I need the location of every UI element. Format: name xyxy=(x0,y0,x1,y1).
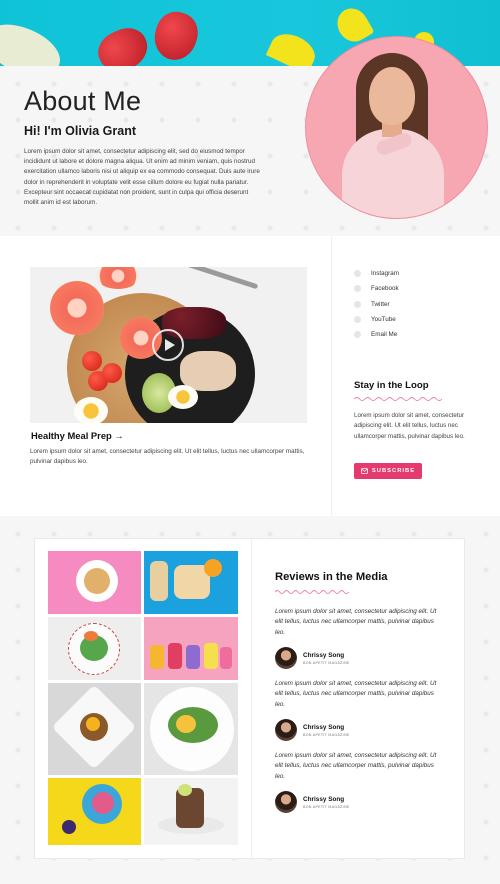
social-label: Instagram xyxy=(371,270,399,278)
photo-tile xyxy=(144,778,238,845)
avatar xyxy=(275,719,297,741)
social-link-twitter[interactable]: Twitter xyxy=(354,297,399,312)
photo-tile xyxy=(144,617,238,680)
leaf-decoration xyxy=(0,14,68,66)
social-label: YouTube xyxy=(371,316,396,324)
lemon-decoration xyxy=(265,27,321,66)
social-link-email[interactable]: Email Me xyxy=(354,327,399,342)
reviews-title: Reviews in the Media xyxy=(275,571,388,583)
food-photo-grid xyxy=(48,551,238,845)
sidebar: Instagram Facebook Twitter YouTube Email… xyxy=(331,236,500,516)
photo-tile xyxy=(48,778,141,845)
post-title-link[interactable]: Healthy Meal Prep → xyxy=(31,430,124,441)
play-icon[interactable] xyxy=(152,329,184,361)
author-name: Chrissy Song xyxy=(303,795,345,803)
featured-section: Healthy Meal Prep → Lorem ipsum dolor si… xyxy=(0,236,500,516)
avatar xyxy=(275,791,297,813)
twitter-icon xyxy=(354,300,361,308)
profile-portrait xyxy=(305,36,488,219)
photo-tile xyxy=(48,683,141,775)
photo-tile xyxy=(144,683,238,775)
about-body: Lorem ipsum dolor sit amet, consectetur … xyxy=(24,148,260,207)
social-link-facebook[interactable]: Facebook xyxy=(354,281,399,296)
photo-tile xyxy=(48,617,141,680)
social-link-youtube[interactable]: YouTube xyxy=(354,312,399,327)
about-greeting: Hi! I'm Olivia Grant xyxy=(24,124,137,138)
review-author: Chrissy Song BON APETIT MAGAZINE xyxy=(275,719,350,741)
photo-tile xyxy=(144,551,238,614)
envelope-icon xyxy=(361,468,368,474)
instagram-icon xyxy=(354,270,361,278)
author-name: Chrissy Song xyxy=(303,723,345,731)
facebook-icon xyxy=(354,285,361,293)
newsletter-title: Stay in the Loop xyxy=(354,380,429,391)
newsletter-text: Lorem ipsum dolor sit amet, consectetur … xyxy=(354,412,465,440)
reviews-card: Reviews in the Media Lorem ipsum dolor s… xyxy=(34,538,466,860)
post-excerpt: Lorem ipsum dolor sit amet, consectetur … xyxy=(30,448,305,466)
social-link-instagram[interactable]: Instagram xyxy=(354,266,399,281)
author-org: BON APETIT MAGAZINE xyxy=(303,660,350,665)
subscribe-label: SUBSCRIBE xyxy=(371,468,416,474)
reviews-column: Reviews in the Media Lorem ipsum dolor s… xyxy=(251,539,466,860)
review-quote: Lorem ipsum dolor sit amet, consectetur … xyxy=(275,752,437,780)
strawberry-decoration xyxy=(91,21,155,66)
review-author: Chrissy Song BON APETIT MAGAZINE xyxy=(275,647,350,669)
review-quote: Lorem ipsum dolor sit amet, consectetur … xyxy=(275,680,437,708)
review-quote: Lorem ipsum dolor sit amet, consectetur … xyxy=(275,608,437,636)
social-label: Twitter xyxy=(371,300,390,308)
review-author: Chrissy Song BON APETIT MAGAZINE xyxy=(275,791,350,813)
avatar xyxy=(275,647,297,669)
author-org: BON APETIT MAGAZINE xyxy=(303,804,350,809)
youtube-icon xyxy=(354,316,361,324)
about-section: About Me Hi! I'm Olivia Grant Lorem ipsu… xyxy=(0,36,500,236)
social-label: Email Me xyxy=(371,331,398,339)
social-links: Instagram Facebook Twitter YouTube Email… xyxy=(354,266,399,342)
subscribe-button[interactable]: SUBSCRIBE xyxy=(354,463,422,479)
author-org: BON APETIT MAGAZINE xyxy=(303,732,350,737)
author-name: Chrissy Song xyxy=(303,651,345,659)
post-thumbnail[interactable] xyxy=(30,267,307,423)
social-label: Facebook xyxy=(371,285,399,293)
email-icon xyxy=(354,331,361,339)
wavy-divider xyxy=(275,590,349,594)
about-title: About Me xyxy=(24,86,142,116)
strawberry-decoration xyxy=(149,7,203,65)
photo-tile xyxy=(48,551,141,614)
reviews-section: Reviews in the Media Lorem ipsum dolor s… xyxy=(0,516,500,884)
wavy-divider xyxy=(354,397,442,401)
